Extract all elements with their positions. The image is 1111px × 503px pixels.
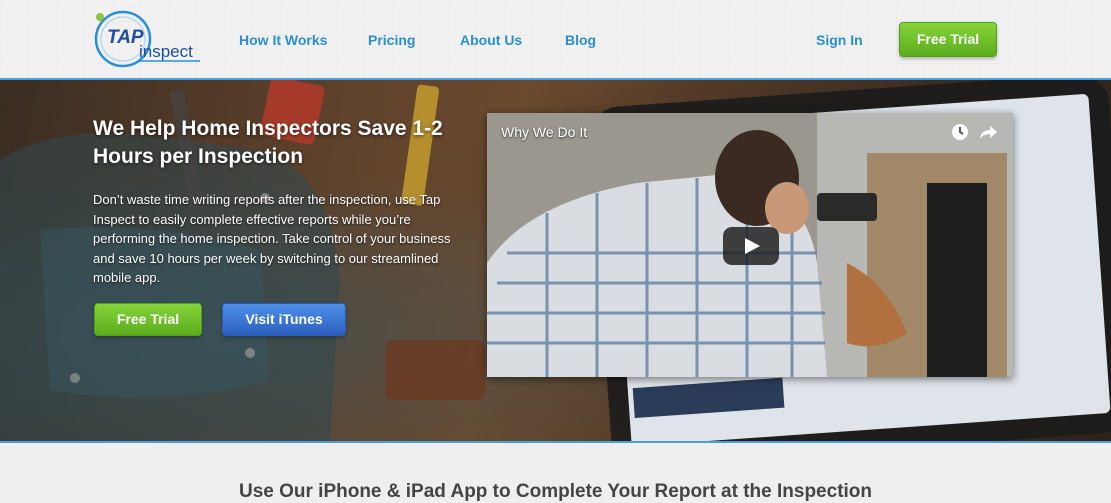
video-player[interactable]: Why We Do It (487, 113, 1013, 377)
header-free-trial-button[interactable]: Free Trial (899, 22, 997, 57)
hero-description: Don’t waste time writing reports after t… (93, 192, 451, 285)
nav-blog[interactable]: Blog (565, 32, 596, 48)
logo-inspect-text: inspect (139, 42, 193, 61)
sign-in-link[interactable]: Sign In (816, 32, 863, 48)
video-title: Why We Do It (501, 124, 588, 140)
hero-section: We Help Home Inspectors Save 1-2 Hours p… (0, 80, 1111, 443)
section-heading: Use Our iPhone & iPad App to Complete Yo… (238, 481, 873, 502)
hero-free-trial-button[interactable]: Free Trial (94, 303, 202, 336)
tap-inspect-logo[interactable]: TAP inspect (90, 6, 210, 72)
site-header: TAP inspect How It Works Pricing About U… (0, 0, 1111, 80)
hero-title: We Help Home Inspectors Save 1-2 Hours p… (93, 117, 443, 168)
visit-itunes-button[interactable]: Visit iTunes (222, 303, 346, 336)
nav-pricing[interactable]: Pricing (368, 32, 415, 48)
play-icon[interactable] (723, 227, 779, 265)
share-icon[interactable] (977, 121, 999, 143)
watch-later-icon[interactable] (949, 121, 971, 143)
nav-about-us[interactable]: About Us (460, 32, 522, 48)
nav-how-it-works[interactable]: How It Works (239, 32, 327, 48)
